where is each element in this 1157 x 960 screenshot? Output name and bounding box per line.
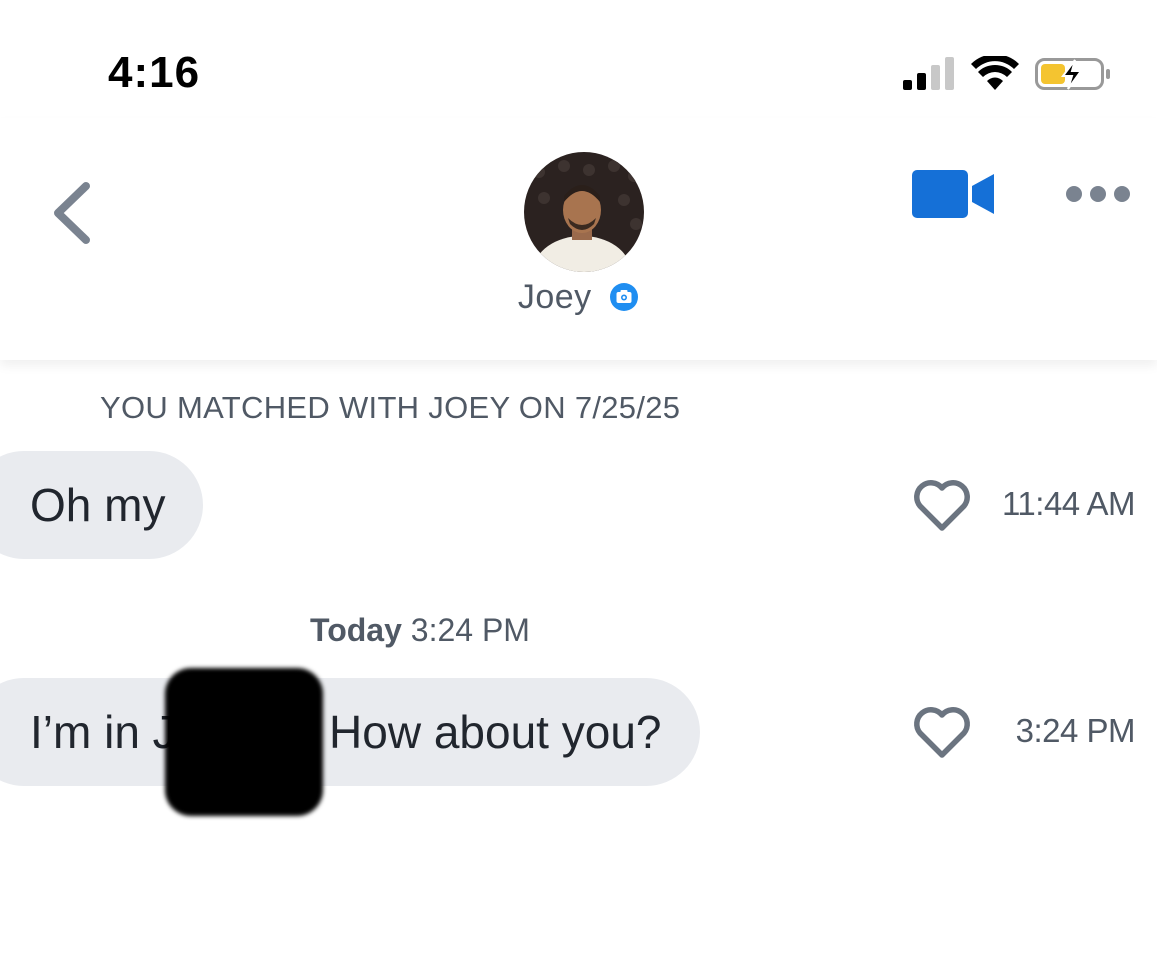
contact-name-row[interactable]: Joey xyxy=(0,278,1157,317)
back-button[interactable] xyxy=(48,178,96,248)
message-bubble[interactable]: I’m in J . How about you? xyxy=(0,678,700,786)
cellular-signal-icon xyxy=(903,57,954,90)
status-time: 4:16 xyxy=(108,48,201,97)
camera-verified-icon xyxy=(610,283,639,311)
wifi-icon xyxy=(971,56,1019,90)
message-timestamp: 3:24 PM xyxy=(1015,712,1136,749)
more-options-button[interactable] xyxy=(1064,182,1132,206)
video-call-button[interactable] xyxy=(912,168,996,220)
message-bubble[interactable]: Oh my xyxy=(0,451,204,559)
day-label: Today xyxy=(310,612,402,648)
day-time: 3:24 PM xyxy=(410,612,530,648)
avatar[interactable] xyxy=(524,152,644,272)
like-heart-icon[interactable] xyxy=(912,478,972,532)
match-banner: YOU MATCHED WITH JOEY ON 7/25/25 xyxy=(100,390,681,425)
chat-header: Joey xyxy=(0,118,1157,360)
message-timestamp: 11:44 AM xyxy=(1002,485,1135,522)
redaction-mark xyxy=(165,668,323,816)
ellipsis-icon xyxy=(1066,186,1130,202)
video-camera-icon xyxy=(912,170,994,218)
like-heart-icon[interactable] xyxy=(912,705,972,759)
chat-screen: 4:16 Joey YOU MATCHED WITH JOEY ON 7/25/… xyxy=(0,0,1157,960)
status-icons xyxy=(903,56,1110,90)
contact-name: Joey xyxy=(517,278,592,316)
chevron-left-icon xyxy=(54,182,90,244)
battery-charging-icon xyxy=(1035,58,1110,90)
day-separator: Today 3:24 PM xyxy=(0,612,840,649)
